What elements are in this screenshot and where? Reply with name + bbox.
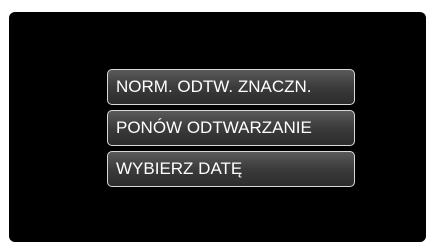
playback-menu: NORM. ODTW. ZNACZN. PONÓW ODTWARZANIE WY…	[107, 69, 355, 187]
select-date-button[interactable]: WYBIERZ DATĘ	[107, 151, 355, 187]
normal-marked-playback-button[interactable]: NORM. ODTW. ZNACZN.	[107, 69, 355, 105]
camera-lcd-screen: NORM. ODTW. ZNACZN. PONÓW ODTWARZANIE WY…	[9, 12, 426, 242]
replay-button[interactable]: PONÓW ODTWARZANIE	[107, 110, 355, 146]
